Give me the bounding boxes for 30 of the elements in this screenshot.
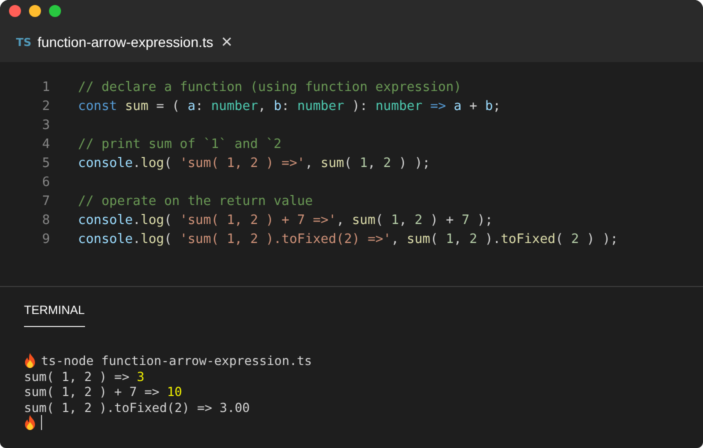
flame-icon [24,353,36,368]
close-tab-button[interactable]: × [219,32,232,52]
terminal-output: sum( 1, 2 ) => 3 [24,368,144,384]
code-line: console.log( 'sum( 1, 2 ).toFixed(2) =>', sum( 1, 2 ).toFixed( 2 ) ); [78,232,618,247]
terminal-output: sum( 1, 2 ) + 7 => 10 [24,384,182,400]
line-number: 8 [41,213,50,228]
line-number: 2 [41,99,50,114]
line-number: 6 [41,175,50,190]
terminal-command: ts-node function-arrow-expression.ts [41,353,312,368]
minimize-window-button[interactable] [29,5,41,17]
line-number: 3 [41,118,50,133]
terminal-tab[interactable]: TERMINAL [24,300,85,327]
terminal-output: sum( 1, 2 ).toFixed(2) => 3.00 [24,400,250,415]
tab-title: function-arrow-expression.ts [37,34,214,50]
text-cursor [41,415,42,430]
flame-icon [24,415,36,430]
code-line: // print sum of `1` and `2 [78,137,282,152]
code-line: console.log( 'sum( 1, 2 ) + 7 =>', sum( 1, 2 ) + 7 ); [78,213,493,228]
line-number: 9 [41,232,50,247]
code-line: console.log( 'sum( 1, 2 ) =>', sum( 1, 2 ) ); [78,156,430,171]
line-number: 5 [41,156,50,171]
code-line: // declare a function (using function expression) [78,80,462,95]
code-line: // operate on the return value [78,194,313,209]
zoom-window-button[interactable] [49,5,61,17]
line-number: 7 [41,194,50,209]
code-line: const sum = ( a: number, b: number ): number => a + b; [78,99,501,114]
language-label: TS [16,36,32,48]
close-window-button[interactable] [9,5,21,17]
line-number: 1 [41,80,50,95]
line-number: 4 [41,137,50,152]
